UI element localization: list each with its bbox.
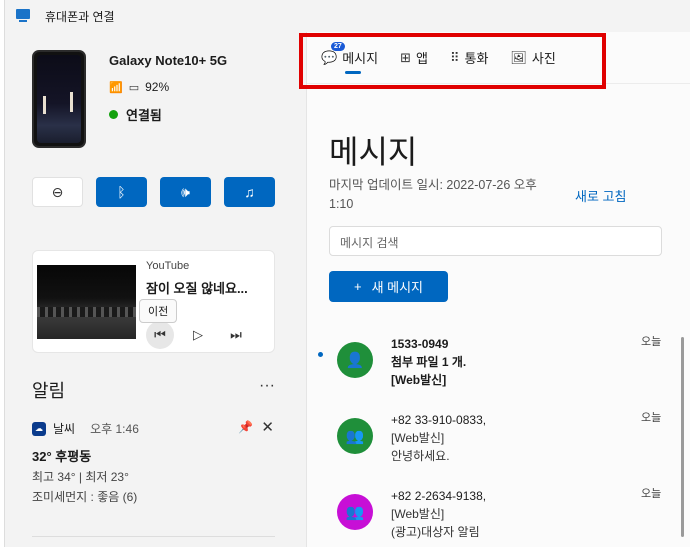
do-not-disturb-button[interactable]: ⊖ — [32, 177, 83, 207]
notification-line-2: 조미세먼지 : 좋음 (6) — [32, 490, 138, 504]
preview-line: [Web발신] — [391, 507, 445, 521]
sender: 1533-0949 — [391, 337, 449, 351]
audio-player-button[interactable]: ♫ — [224, 177, 275, 207]
group-avatar-icon: 👥 — [337, 494, 373, 530]
window-title: 휴대폰과 연결 — [45, 9, 115, 24]
media-controls: ⏮ ▷ ⏭ — [146, 321, 250, 349]
tab-messages[interactable]: 💬 27 메시지 — [321, 32, 378, 84]
quick-actions: ⊖ ᛒ 🕪 ♫ — [32, 177, 275, 207]
preview-line: 안녕하세요. — [391, 449, 450, 463]
music-note-icon: ♫ — [244, 184, 255, 200]
dialpad-icon: ⠿ — [449, 49, 460, 65]
chat-icon: 💬 — [321, 49, 338, 65]
tab-label: 앱 — [415, 51, 428, 66]
media-source: YouTube — [146, 260, 190, 272]
battery-icon: ▭ — [128, 81, 140, 94]
group-avatar-icon: 👥 — [337, 418, 373, 454]
phone-link-window: 휴대폰과 연결 Galaxy Note10+ 5G 📶 ▭ 92% 연결됨 ⊖ … — [4, 0, 690, 547]
tab-label: 통화 — [464, 51, 489, 66]
refresh-link[interactable]: 새로 고침 — [575, 186, 626, 205]
sound-button[interactable]: 🕪 — [160, 177, 211, 207]
person-avatar-icon: 👤 — [337, 342, 373, 378]
notifications-more-button[interactable]: ··· — [259, 377, 275, 395]
media-title: 잠이 오질 않네요... — [146, 281, 248, 296]
bluetooth-button[interactable]: ᛒ — [96, 177, 147, 207]
preview-line: (광고)대상자 알림 — [391, 525, 480, 539]
notification-app: 날씨 — [53, 422, 76, 436]
device-name: Galaxy Note10+ 5G — [109, 53, 228, 68]
message-search-input[interactable]: 메시지 검색 — [329, 226, 662, 256]
pin-icon[interactable]: 📌 — [238, 420, 253, 434]
title-bar: 휴대폰과 연결 — [5, 0, 690, 32]
apps-icon: ⊞ — [400, 49, 411, 65]
next-track-button[interactable]: ⏭ — [222, 321, 250, 349]
notification-card[interactable]: ☁ 날씨 오후 1:46 📌 ✕ 32° 후평동 최고 34° | 최저 23°… — [32, 418, 275, 505]
preview-line: [Web발신] — [391, 373, 447, 387]
page-title: 메시지 — [329, 134, 418, 170]
right-pane: 💬 27 메시지 ⊞ 앱 ⠿ 통화 🖼 사진 메시지 마지막 업데이트 일시: … — [306, 32, 690, 547]
notification-title: 32° 후평동 — [32, 449, 92, 464]
new-message-button[interactable]: + 새 메시지 — [329, 271, 448, 302]
notification-time: 오후 1:46 — [90, 422, 139, 436]
play-icon: ▷ — [193, 327, 203, 342]
tab-apps[interactable]: ⊞ 앱 — [400, 32, 428, 84]
minus-circle-icon: ⊖ — [51, 183, 64, 200]
phone-wallpaper-image — [32, 50, 86, 148]
preview-line: [Web발신] — [391, 431, 445, 445]
conversation-preview: +82 33-910-0833, [Web발신] 안녕하세요. — [391, 411, 621, 465]
divider — [32, 536, 275, 537]
tab-photos[interactable]: 🖼 사진 — [510, 32, 555, 84]
left-pane: Galaxy Note10+ 5G 📶 ▭ 92% 연결됨 ⊖ ᛒ 🕪 ♫ Yo… — [5, 32, 306, 547]
wifi-icon: 📶 — [109, 81, 123, 94]
tab-label: 사진 — [531, 51, 556, 66]
previous-track-button[interactable]: ⏮ — [146, 321, 174, 349]
media-card: YouTube 잠이 오질 않네요... ⏮ ▷ ⏭ 이전 — [32, 250, 275, 353]
new-message-label: 새 메시지 — [371, 280, 424, 295]
conversation-preview: +82 2-2634-9138, [Web발신] (광고)대상자 알림 — [391, 487, 621, 541]
sender: +82 2-2634-9138, — [391, 489, 487, 503]
last-updated: 마지막 업데이트 일시: 2022-07-26 오후 1:10 — [329, 178, 537, 211]
unread-badge: 27 — [331, 41, 345, 51]
play-button[interactable]: ▷ — [184, 321, 212, 349]
photo-icon: 🖼 — [510, 49, 527, 65]
conversation-time: 오늘 — [641, 336, 662, 348]
connection-status: 연결됨 — [109, 105, 162, 124]
tab-calls[interactable]: ⠿ 통화 — [450, 32, 488, 84]
tab-label: 메시지 — [342, 51, 379, 66]
notifications-heading: 알림 — [32, 381, 66, 401]
phone-link-app-icon — [15, 9, 31, 23]
previous-tooltip: 이전 — [139, 299, 178, 323]
conversation-item[interactable]: 👤 1533-0949 첨부 파일 1 개. [Web발신] 오늘 — [307, 322, 690, 398]
connection-label: 연결됨 — [126, 108, 162, 123]
conversation-item[interactable]: 👥 +82 2-2634-9138, [Web발신] (광고)대상자 알림 오늘 — [307, 474, 690, 547]
tab-bar: 💬 27 메시지 ⊞ 앱 ⠿ 통화 🖼 사진 — [307, 32, 690, 84]
battery-level: 92% — [145, 80, 170, 94]
conversation-time: 오늘 — [641, 488, 662, 500]
preview-line: 첨부 파일 1 개. — [391, 355, 467, 369]
speaker-icon: 🕪 — [181, 183, 190, 200]
weather-app-icon: ☁ — [32, 421, 46, 436]
next-icon: ⏭ — [230, 327, 242, 342]
previous-icon: ⏮ — [154, 327, 166, 342]
close-icon[interactable]: ✕ — [261, 418, 274, 436]
conversation-preview: 1533-0949 첨부 파일 1 개. [Web발신] — [391, 335, 621, 389]
bluetooth-icon: ᛒ — [117, 184, 126, 200]
conversation-time: 오늘 — [641, 412, 662, 424]
device-status: 📶 ▭ 92% — [109, 80, 169, 94]
media-thumbnail — [37, 265, 136, 339]
connected-indicator — [109, 110, 118, 119]
conversation-item[interactable]: 👥 +82 33-910-0833, [Web발신] 안녕하세요. 오늘 — [307, 398, 690, 474]
conversation-list: 👤 1533-0949 첨부 파일 1 개. [Web발신] 오늘 👥 +82 … — [307, 322, 690, 547]
scrollbar[interactable] — [681, 337, 684, 537]
plus-icon: + — [353, 279, 362, 294]
unread-dot — [318, 352, 323, 357]
sender: +82 33-910-0833, — [391, 413, 487, 427]
notification-line-1: 최고 34° | 최저 23° — [32, 470, 129, 484]
